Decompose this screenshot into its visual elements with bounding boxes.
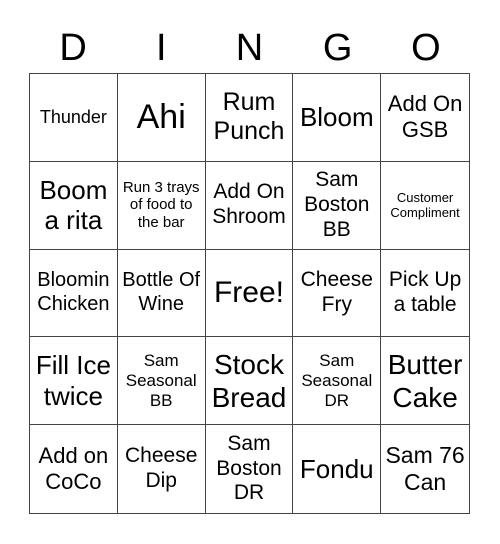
bingo-cell[interactable]: Sam Seasonal DR bbox=[293, 337, 382, 426]
bingo-cell[interactable]: Pick Up a table bbox=[381, 250, 469, 338]
bingo-cell[interactable]: Cheese Fry bbox=[293, 249, 382, 338]
bingo-cell[interactable]: Cheese Dip bbox=[118, 425, 206, 513]
bingo-cell[interactable]: Sam 76 Can bbox=[381, 425, 469, 513]
bingo-cell[interactable]: Customer Compliment bbox=[381, 162, 469, 250]
bingo-cell[interactable]: Butter Cake bbox=[381, 337, 469, 426]
header-letter: G bbox=[322, 27, 353, 69]
bingo-cell[interactable]: Ahi bbox=[117, 74, 206, 162]
bingo-cell[interactable]: Stock Bread bbox=[205, 337, 294, 426]
header-letter: N bbox=[235, 27, 264, 69]
bingo-cell[interactable]: Run 3 trays of food to the bar bbox=[117, 161, 206, 250]
bingo-cell[interactable]: Bloomin Chicken bbox=[30, 249, 118, 338]
bingo-cell[interactable]: Bloom bbox=[293, 74, 382, 162]
header-letter: I bbox=[156, 27, 167, 69]
bingo-cell[interactable]: Sam Boston BB bbox=[293, 161, 382, 250]
header-letter: D bbox=[59, 27, 87, 69]
bingo-grid: Thunder Ahi Rum Punch Bloom Add On GSB Boom a… bbox=[29, 73, 470, 514]
bingo-cell[interactable]: Sam Seasonal BB bbox=[117, 337, 206, 426]
header-letter: O bbox=[411, 27, 441, 69]
bingo-cell[interactable]: Add On GSB bbox=[381, 74, 469, 162]
bingo-cell[interactable]: Thunder bbox=[30, 74, 118, 162]
bingo-cell[interactable]: Add On Shroom bbox=[205, 161, 294, 250]
bingo-cell[interactable]: Fondu bbox=[293, 425, 382, 513]
bingo-cell[interactable]: Add on CoCo bbox=[30, 425, 118, 513]
bingo-cell[interactable]: Sam Boston DR bbox=[206, 425, 294, 513]
bingo-cell[interactable]: Boom a rita bbox=[30, 161, 118, 250]
bingo-cell[interactable]: Bottle Of Wine bbox=[117, 249, 206, 338]
free-space-cell[interactable]: Free! bbox=[205, 249, 294, 338]
bingo-header: D I N G O bbox=[29, 22, 470, 74]
bingo-cell[interactable]: Rum Punch bbox=[205, 74, 294, 162]
bingo-cell[interactable]: Fill Ice twice bbox=[30, 337, 118, 426]
